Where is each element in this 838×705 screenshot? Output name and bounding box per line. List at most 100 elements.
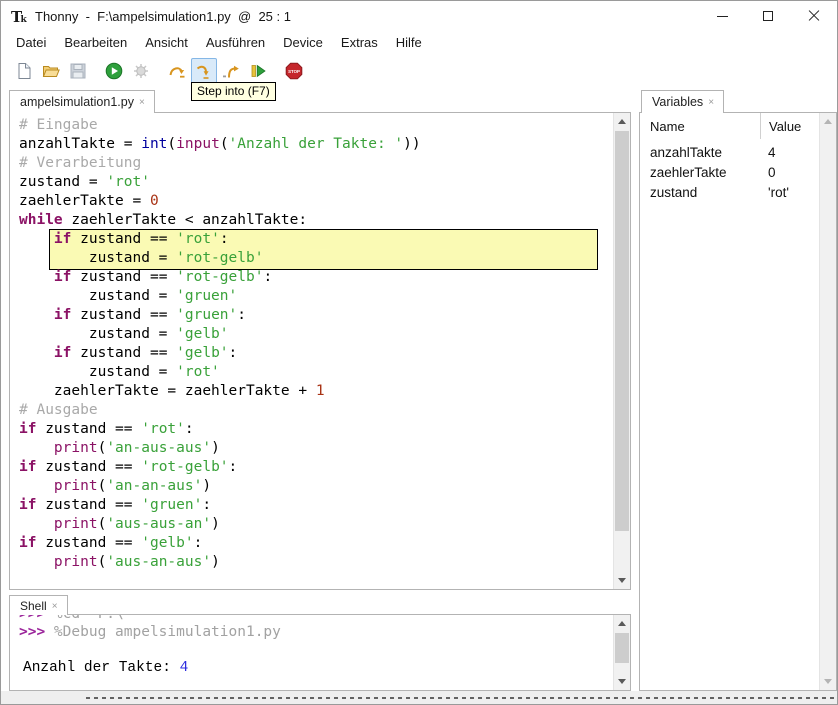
step-over-button[interactable] — [164, 58, 190, 84]
step-into-button[interactable] — [191, 58, 217, 84]
minimize-icon — [717, 16, 728, 17]
tab-editor-file[interactable]: ampelsimulation1.py × — [9, 90, 155, 113]
toolbar: STOP — [1, 53, 837, 89]
run-icon — [105, 62, 123, 80]
close-button[interactable] — [791, 1, 837, 31]
variable-row-anzahlTakte[interactable]: anzahlTakte4 — [640, 143, 819, 163]
menu-item-ansicht[interactable]: Ansicht — [136, 32, 197, 53]
maximize-icon — [763, 11, 773, 21]
step-out-button[interactable] — [218, 58, 244, 84]
menu-item-hilfe[interactable]: Hilfe — [387, 32, 431, 53]
shell-output[interactable]: >>> %cd F:\>>> %Debug ampelsimulation1.p… — [10, 615, 613, 690]
scroll-up-arrow[interactable] — [614, 615, 630, 632]
scroll-up-arrow[interactable] — [820, 113, 836, 130]
editor-panel: # EingabeanzahlTakte = int(input('Anzahl… — [9, 112, 631, 590]
save-file-button[interactable] — [65, 58, 91, 84]
shell-line-2: >>> %Debug ampelsimulation1.py — [19, 623, 613, 641]
menu-item-ausfhren[interactable]: Ausführen — [197, 32, 274, 53]
code-line-11: if zustand == 'gruen': — [19, 306, 613, 325]
step-into-tooltip: Step into (F7) — [191, 82, 276, 101]
code-line-14: zustand = 'rot' — [19, 363, 613, 382]
shell-line-1: >>> %cd F:\ — [19, 615, 613, 623]
code-line-23: if zustand == 'gelb': — [19, 534, 613, 553]
scroll-down-arrow[interactable] — [614, 673, 630, 690]
code-line-9: if zustand == 'rot-gelb': — [19, 268, 613, 287]
code-line-21: if zustand == 'gruen': — [19, 496, 613, 515]
variables-rows: anzahlTakte4zaehlerTakte0zustand'rot' — [640, 143, 819, 203]
maximize-button[interactable] — [745, 1, 791, 31]
variable-value: 0 — [760, 163, 776, 183]
variable-value: 'rot' — [760, 183, 789, 203]
thonny-window: Tk Thonny - F:\ampelsimulation1.py @ 25 … — [0, 0, 838, 705]
code-line-12: zustand = 'gelb' — [19, 325, 613, 344]
code-line-22: print('aus-aus-an') — [19, 515, 613, 534]
thonny-app-icon: Tk — [11, 8, 28, 25]
tab-close-icon[interactable]: × — [708, 97, 714, 108]
code-line-4: zustand = 'rot' — [19, 173, 613, 192]
shell-scrollbar[interactable] — [613, 615, 630, 690]
shell-line-4: Anzahl der Takte: 4 — [19, 659, 613, 677]
menu-item-device[interactable]: Device — [274, 32, 332, 53]
code-line-24: print('aus-an-aus') — [19, 553, 613, 572]
variable-row-zaehlerTakte[interactable]: zaehlerTakte0 — [640, 163, 819, 183]
variable-row-zustand[interactable]: zustand'rot' — [640, 183, 819, 203]
menu-item-datei[interactable]: Datei — [7, 32, 55, 53]
menu-item-extras[interactable]: Extras — [332, 32, 387, 53]
code-line-5: zaehlerTakte = 0 — [19, 192, 613, 211]
title-bar: Tk Thonny - F:\ampelsimulation1.py @ 25 … — [1, 1, 837, 31]
editor-scrollbar[interactable] — [613, 113, 630, 589]
code-line-16: # Ausgabe — [19, 401, 613, 420]
code-line-1: # Eingabe — [19, 116, 613, 135]
scroll-up-arrow[interactable] — [614, 113, 630, 130]
tab-close-icon[interactable]: × — [139, 97, 145, 108]
column-header-name[interactable]: Name — [640, 113, 760, 139]
open-folder-icon — [42, 62, 60, 80]
editor-code[interactable]: # EingabeanzahlTakte = int(input('Anzahl… — [10, 113, 613, 589]
shell-panel: >>> %cd F:\>>> %Debug ampelsimulation1.p… — [9, 614, 631, 691]
shell-tab-label: Shell — [20, 599, 47, 613]
code-line-15: zaehlerTakte = zaehlerTakte + 1 — [19, 382, 613, 401]
code-line-19: if zustand == 'rot-gelb': — [19, 458, 613, 477]
scroll-down-arrow[interactable] — [614, 572, 630, 589]
tab-shell[interactable]: Shell × — [9, 595, 68, 615]
code-line-2: anzahlTakte = int(input('Anzahl der Takt… — [19, 135, 613, 154]
stop-button[interactable]: STOP — [281, 58, 307, 84]
save-icon — [69, 62, 87, 80]
tab-close-icon[interactable]: × — [52, 601, 58, 612]
svg-text:k: k — [21, 15, 28, 25]
variables-tab-label: Variables — [652, 95, 703, 109]
stop-icon: STOP — [285, 62, 303, 80]
code-line-10: zustand = 'gruen' — [19, 287, 613, 306]
code-line-17: if zustand == 'rot': — [19, 420, 613, 439]
run-script-button[interactable] — [101, 58, 127, 84]
menu-bar: DateiBearbeitenAnsichtAusführenDeviceExt… — [1, 31, 837, 53]
step-into-icon — [195, 62, 213, 80]
tab-variables[interactable]: Variables × — [641, 90, 724, 113]
variable-name: anzahlTakte — [640, 143, 760, 163]
debug-script-button[interactable] — [128, 58, 154, 84]
code-line-20: print('an-an-aus') — [19, 477, 613, 496]
code-line-13: if zustand == 'gelb': — [19, 344, 613, 363]
new-file-button[interactable] — [11, 58, 37, 84]
status-strip — [1, 691, 837, 705]
window-title: Thonny - F:\ampelsimulation1.py @ 25 : 1 — [35, 9, 291, 24]
editor-tab-label: ampelsimulation1.py — [20, 95, 134, 109]
scroll-thumb[interactable] — [615, 131, 629, 531]
column-header-value[interactable]: Value — [760, 113, 819, 139]
code-line-6: while zaehlerTakte < anzahlTakte: — [19, 211, 613, 230]
open-file-button[interactable] — [38, 58, 64, 84]
debug-icon — [132, 62, 150, 80]
variables-panel: Name Value anzahlTakte4zaehlerTakte0zust… — [639, 112, 837, 691]
resume-button[interactable] — [245, 58, 271, 84]
new-file-icon — [15, 62, 33, 80]
step-over-icon — [168, 62, 186, 80]
code-line-7: if zustand == 'rot': — [19, 230, 613, 249]
code-line-18: print('an-aus-aus') — [19, 439, 613, 458]
code-line-8: zustand = 'rot-gelb' — [19, 249, 613, 268]
minimize-button[interactable] — [699, 1, 745, 31]
variable-name: zustand — [640, 183, 760, 203]
variables-scrollbar[interactable] — [819, 113, 836, 690]
scroll-thumb[interactable] — [615, 633, 629, 663]
menu-item-bearbeiten[interactable]: Bearbeiten — [55, 32, 136, 53]
scroll-down-arrow[interactable] — [820, 673, 836, 690]
